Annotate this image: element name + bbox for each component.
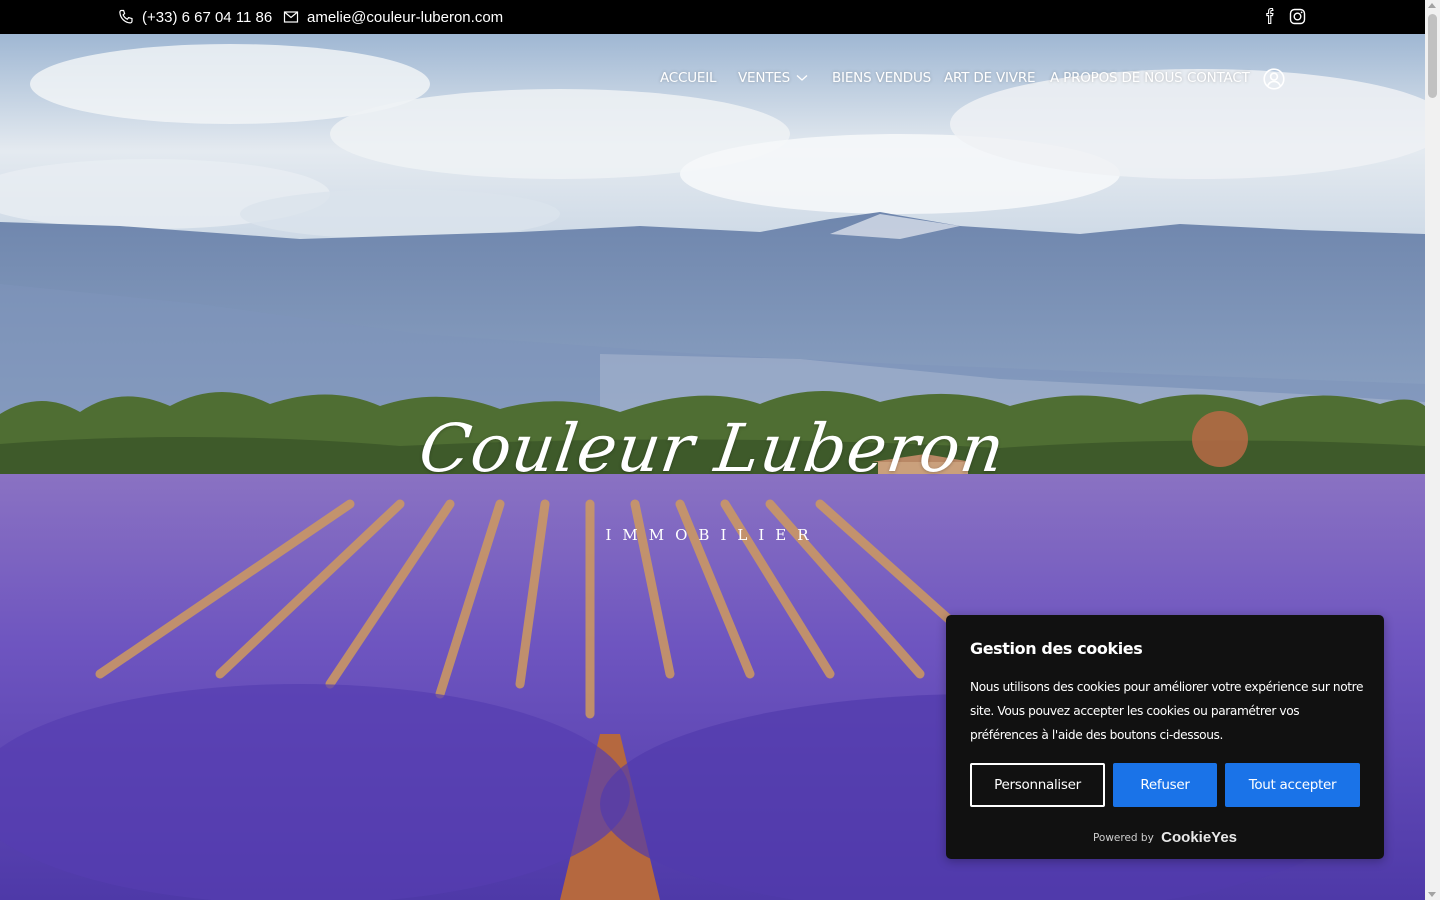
cookie-consent-banner: Gestion des cookies Nous utilisons des c…: [946, 615, 1384, 859]
main-navigation: ACCUEIL VENTES BIENS VENDUS ART DE VIVRE…: [0, 34, 1425, 124]
cookie-description: Nous utilisons des cookies pour améliore…: [970, 680, 1364, 742]
facebook-link[interactable]: [1263, 0, 1277, 32]
nav-ventes[interactable]: VENTES: [738, 70, 808, 86]
refuse-button[interactable]: Refuser: [1113, 763, 1217, 807]
chevron-down-icon: [796, 75, 808, 81]
nav-accueil[interactable]: ACCUEIL: [660, 70, 717, 86]
nav-art-de-vivre[interactable]: ART DE VIVRE: [944, 70, 1036, 86]
scrollbar-thumb[interactable]: [1428, 14, 1437, 98]
top-contact-bar: (+33) 6 67 04 11 86 amelie@couleur-luber…: [0, 0, 1425, 34]
powered-by-label: Powered by: [1092, 832, 1154, 844]
instagram-icon: [1289, 8, 1306, 24]
nav-contact[interactable]: CONTACT: [1187, 70, 1250, 86]
nav-a-propos[interactable]: A PROPOS DE NOUS: [1050, 70, 1183, 86]
email-address: amelie@couleur-luberon.com: [307, 8, 504, 26]
logo-script-text: Couleur Luberon: [414, 410, 1011, 487]
site-logo: Couleur Luberon IMMOBILIER: [0, 410, 1425, 544]
cookie-title: Gestion des cookies: [970, 639, 1143, 658]
scroll-down-arrow-icon[interactable]: [1428, 892, 1436, 897]
personalize-button[interactable]: Personnaliser: [970, 763, 1105, 807]
email-link[interactable]: amelie@couleur-luberon.com: [283, 0, 503, 34]
nav-biens-vendus[interactable]: BIENS VENDUS: [832, 70, 931, 86]
logo-subtitle: IMMOBILIER: [605, 526, 820, 544]
mail-icon: [283, 11, 299, 23]
scroll-up-arrow-icon[interactable]: [1428, 3, 1436, 8]
phone-number: (+33) 6 67 04 11 86: [142, 8, 273, 26]
accept-all-button[interactable]: Tout accepter: [1225, 763, 1360, 807]
cookieyes-logo[interactable]: CookieYes: [1161, 829, 1237, 846]
vertical-scrollbar[interactable]: [1425, 0, 1440, 900]
user-account-icon[interactable]: [1263, 68, 1285, 90]
phone-link[interactable]: (+33) 6 67 04 11 86: [118, 0, 272, 34]
phone-icon: [119, 9, 133, 24]
powered-by: Powered by CookieYes: [946, 829, 1384, 846]
facebook-icon: [1266, 7, 1274, 25]
nav-ventes-label: VENTES: [738, 70, 791, 86]
instagram-link[interactable]: [1289, 0, 1306, 32]
